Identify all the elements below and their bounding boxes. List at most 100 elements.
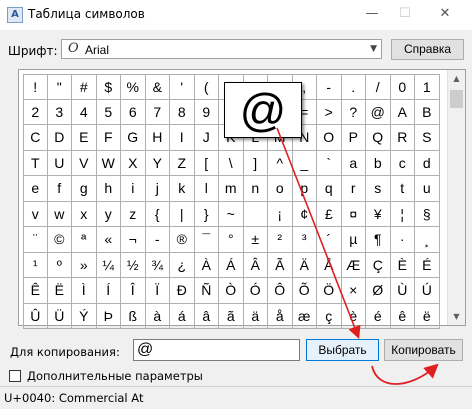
character-cell[interactable]: ~ — [219, 201, 244, 227]
character-cell[interactable]: Û — [23, 303, 48, 329]
character-cell[interactable]: ' — [170, 74, 195, 100]
character-cell[interactable]: Æ — [341, 252, 366, 278]
character-cell[interactable]: q — [317, 176, 342, 202]
character-cell[interactable]: ¹ — [23, 252, 48, 278]
character-cell[interactable]: Y — [145, 150, 170, 176]
help-button[interactable]: Справка — [391, 39, 464, 60]
character-cell[interactable]: \ — [219, 150, 244, 176]
character-cell[interactable]: ( — [194, 74, 219, 100]
character-cell[interactable]: T — [23, 150, 48, 176]
character-cell[interactable]: ¡ — [268, 201, 293, 227]
copy-button[interactable]: Копировать — [384, 339, 463, 361]
character-cell[interactable]: n — [243, 176, 268, 202]
character-cell[interactable]: ± — [243, 227, 268, 253]
character-cell[interactable] — [243, 201, 268, 227]
character-cell[interactable]: è — [341, 303, 366, 329]
character-cell[interactable]: ê — [390, 303, 415, 329]
character-cell[interactable]: ¿ — [170, 252, 195, 278]
character-cell[interactable]: Ö — [317, 278, 342, 304]
character-cell[interactable]: l — [194, 176, 219, 202]
character-cell[interactable]: p — [292, 176, 317, 202]
character-cell[interactable]: § — [415, 201, 440, 227]
character-cell[interactable]: w — [47, 201, 72, 227]
close-button[interactable]: ✕ — [430, 4, 460, 24]
character-cell[interactable]: C — [23, 125, 48, 151]
minimize-button[interactable]: — — [357, 4, 387, 24]
character-cell[interactable]: m — [219, 176, 244, 202]
character-cell[interactable]: " — [47, 74, 72, 100]
character-cell[interactable]: Ñ — [194, 278, 219, 304]
character-cell[interactable]: A — [390, 99, 415, 125]
character-cell[interactable]: · — [390, 227, 415, 253]
font-dropdown[interactable]: O Arial ▼ — [61, 39, 382, 59]
character-cell[interactable]: ² — [268, 227, 293, 253]
character-cell[interactable]: . — [341, 74, 366, 100]
character-cell[interactable]: Z — [170, 150, 195, 176]
character-cell[interactable]: ¥ — [366, 201, 391, 227]
character-cell[interactable]: 7 — [145, 99, 170, 125]
advanced-options-checkbox[interactable] — [9, 370, 21, 382]
character-cell[interactable]: ç — [317, 303, 342, 329]
character-cell[interactable]: É — [415, 252, 440, 278]
character-cell[interactable]: å — [268, 303, 293, 329]
character-cell[interactable]: - — [145, 227, 170, 253]
character-cell[interactable]: Ù — [390, 278, 415, 304]
character-cell[interactable]: g — [72, 176, 97, 202]
character-cell[interactable]: Q — [366, 125, 391, 151]
character-cell[interactable]: Ì — [72, 278, 97, 304]
character-cell[interactable]: x — [72, 201, 97, 227]
character-cell[interactable]: ] — [243, 150, 268, 176]
character-cell[interactable]: O — [317, 125, 342, 151]
character-cell[interactable]: Â — [243, 252, 268, 278]
character-cell[interactable]: × — [341, 278, 366, 304]
character-cell[interactable]: ¨ — [23, 227, 48, 253]
character-cell[interactable]: 6 — [121, 99, 146, 125]
character-cell[interactable]: Ý — [72, 303, 97, 329]
character-cell[interactable]: ¸ — [415, 227, 440, 253]
character-cell[interactable]: @ — [366, 99, 391, 125]
character-cell[interactable]: r — [341, 176, 366, 202]
character-cell[interactable]: ã — [219, 303, 244, 329]
character-cell[interactable]: Á — [219, 252, 244, 278]
character-cell[interactable]: Ò — [219, 278, 244, 304]
character-cell[interactable]: Å — [317, 252, 342, 278]
character-cell[interactable]: Ç — [366, 252, 391, 278]
character-cell[interactable]: W — [96, 150, 121, 176]
scrollbar-thumb[interactable] — [450, 90, 463, 108]
scroll-down-icon[interactable]: ▼ — [448, 308, 465, 325]
character-cell[interactable]: % — [121, 74, 146, 100]
character-cell[interactable]: Ð — [170, 278, 195, 304]
character-cell[interactable]: h — [96, 176, 121, 202]
character-cell[interactable]: à — [145, 303, 170, 329]
character-cell[interactable]: i — [121, 176, 146, 202]
character-cell[interactable]: F — [96, 125, 121, 151]
character-cell[interactable]: 9 — [194, 99, 219, 125]
character-cell[interactable]: Ó — [243, 278, 268, 304]
character-cell[interactable]: Ü — [47, 303, 72, 329]
character-cell[interactable]: 5 — [96, 99, 121, 125]
character-cell[interactable]: È — [390, 252, 415, 278]
character-cell[interactable]: ? — [341, 99, 366, 125]
character-cell[interactable]: _ — [292, 150, 317, 176]
character-cell[interactable]: B — [415, 99, 440, 125]
scroll-up-icon[interactable]: ▲ — [448, 70, 465, 87]
character-cell[interactable]: G — [121, 125, 146, 151]
character-cell[interactable]: I — [170, 125, 195, 151]
character-cell[interactable]: 1 — [415, 74, 440, 100]
character-cell[interactable]: # — [72, 74, 97, 100]
character-cell[interactable]: U — [47, 150, 72, 176]
character-cell[interactable]: o — [268, 176, 293, 202]
copy-field[interactable]: @ — [133, 339, 300, 361]
character-cell[interactable]: v — [23, 201, 48, 227]
character-cell[interactable]: > — [317, 99, 342, 125]
character-cell[interactable]: } — [194, 201, 219, 227]
character-cell[interactable]: ´ — [317, 227, 342, 253]
character-cell[interactable]: | — [170, 201, 195, 227]
character-cell[interactable]: 0 — [390, 74, 415, 100]
character-cell[interactable]: Ã — [268, 252, 293, 278]
character-cell[interactable]: [ — [194, 150, 219, 176]
character-cell[interactable]: y — [96, 201, 121, 227]
character-cell[interactable]: J — [194, 125, 219, 151]
character-cell[interactable]: z — [121, 201, 146, 227]
character-cell[interactable]: ë — [415, 303, 440, 329]
